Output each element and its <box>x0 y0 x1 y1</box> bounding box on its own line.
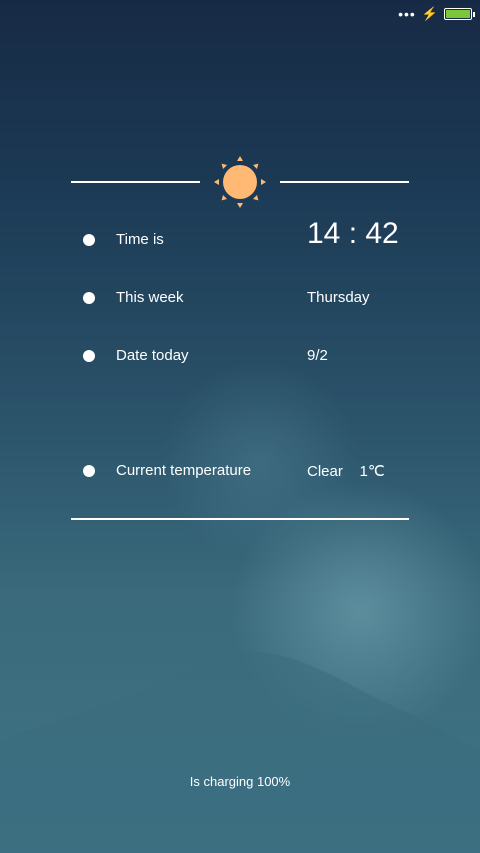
time-label: Time is <box>116 231 164 248</box>
date-label: Date today <box>116 347 189 364</box>
lightning-bolt-icon: ⚡ <box>421 6 438 21</box>
sun-icon <box>214 156 266 208</box>
time-value: 14 : 42 <box>307 217 399 250</box>
info-row-time: Time is 14 : 42 <box>0 217 480 255</box>
more-dots-icon: ••• <box>398 6 416 22</box>
bullet-icon <box>83 292 95 304</box>
temperature-value: Clear 1℃ <box>307 463 385 480</box>
charging-status: Is charging 100% <box>189 774 291 789</box>
bottom-divider <box>71 518 409 520</box>
bullet-icon <box>83 350 95 362</box>
date-value: 9/2 <box>307 347 328 364</box>
top-divider-left <box>71 181 200 183</box>
top-divider-right <box>280 181 409 183</box>
info-row-week: This week Thursday <box>0 283 480 313</box>
info-row-date: Date today 9/2 <box>0 341 480 371</box>
temperature-label: Current temperature <box>116 462 252 479</box>
bullet-icon <box>83 234 95 246</box>
battery-icon <box>444 8 475 20</box>
bullet-icon <box>83 465 95 477</box>
mountain-silhouette <box>0 651 480 853</box>
info-row-temperature: Current temperature Clear 1℃ <box>0 456 480 486</box>
week-label: This week <box>116 289 184 306</box>
week-value: Thursday <box>307 289 370 306</box>
battery-fill <box>446 10 470 18</box>
status-bar: ••• ⚡ <box>398 4 475 24</box>
